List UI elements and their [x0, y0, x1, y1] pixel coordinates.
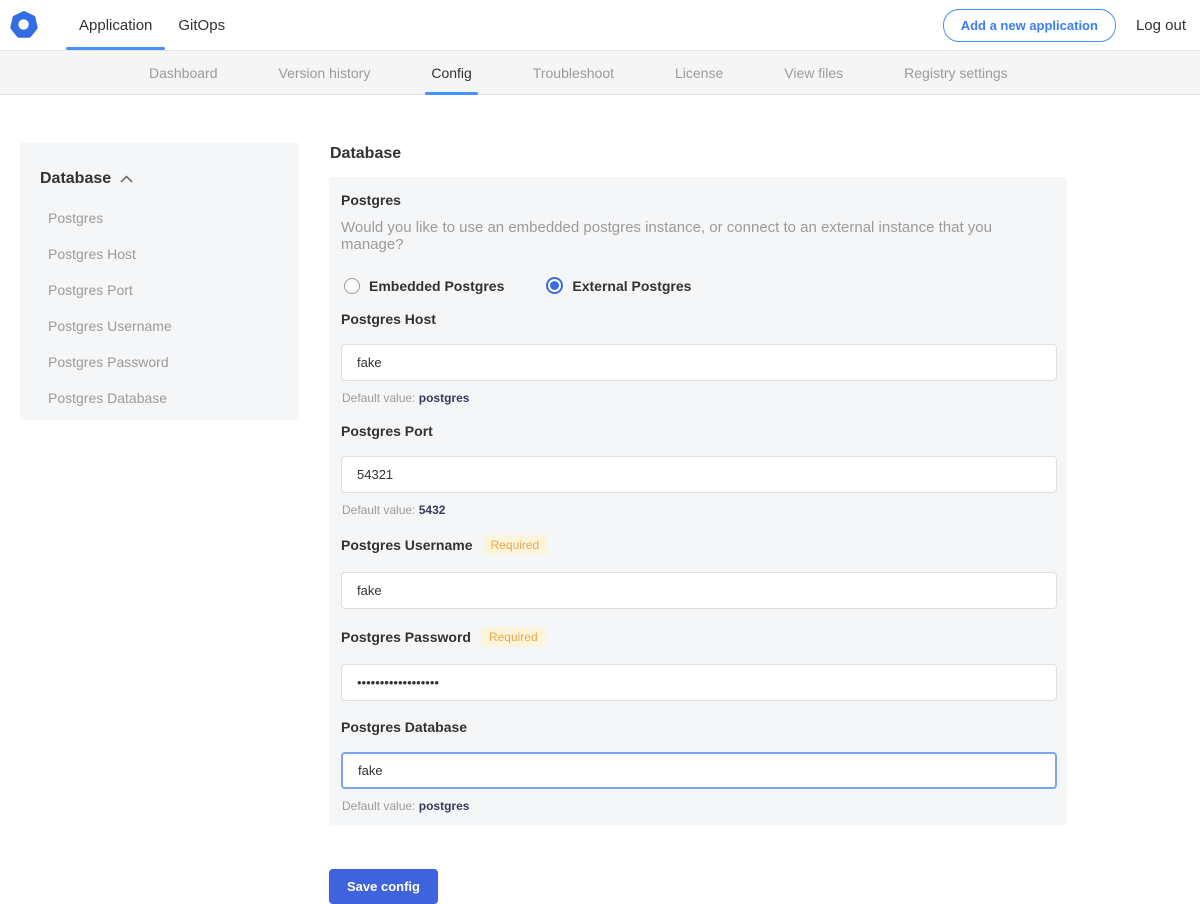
- sidebar-item-postgres-port[interactable]: Postgres Port: [40, 282, 279, 298]
- radio-selected-icon[interactable]: [546, 277, 563, 294]
- postgres-username-input[interactable]: [341, 572, 1057, 609]
- sidebar-item-list: Postgres Postgres Host Postgres Port Pos…: [40, 210, 279, 406]
- tab-license-label: License: [675, 65, 723, 81]
- field-postgres-database: Postgres Database Default value: postgre…: [341, 719, 1057, 813]
- sidebar-item-postgres-database[interactable]: Postgres Database: [40, 390, 279, 406]
- postgres-port-default-helper: Default value: 5432: [342, 503, 1057, 517]
- default-value-text: 5432: [419, 503, 446, 517]
- sidebar-item-postgres-host[interactable]: Postgres Host: [40, 246, 279, 262]
- sidebar-item-postgres-password[interactable]: Postgres Password: [40, 354, 279, 370]
- tab-view-files-label: View files: [784, 65, 843, 81]
- top-nav-tabs: Application GitOps: [66, 0, 238, 50]
- postgres-host-default-helper: Default value: postgres: [342, 391, 1057, 405]
- top-nav-right: Add a new application Log out: [943, 0, 1186, 50]
- sidebar-group-database-label: Database: [40, 170, 111, 188]
- radio-unselected-icon[interactable]: [344, 278, 360, 294]
- radio-external-postgres[interactable]: External Postgres: [546, 277, 691, 294]
- sidebar-item-postgres-username[interactable]: Postgres Username: [40, 318, 279, 334]
- required-badge: Required: [481, 627, 546, 647]
- add-new-application-button[interactable]: Add a new application: [943, 9, 1116, 42]
- heptagon-logo-icon: [10, 11, 38, 39]
- default-value-text: postgres: [419, 799, 470, 813]
- postgres-group-label: Postgres: [341, 192, 1057, 208]
- tab-license[interactable]: License: [669, 51, 729, 94]
- database-config-panel: Postgres Would you like to use an embedd…: [329, 177, 1067, 825]
- tab-application[interactable]: Application: [66, 0, 165, 50]
- default-value-prefix: Default value:: [342, 503, 415, 517]
- required-badge: Required: [483, 535, 548, 555]
- radio-embedded-postgres-label: Embedded Postgres: [369, 278, 504, 294]
- chevron-up-icon: [120, 175, 133, 183]
- app-logo-icon[interactable]: [10, 11, 38, 39]
- logout-link[interactable]: Log out: [1136, 17, 1186, 34]
- postgres-help-text: Would you like to use an embedded postgr…: [341, 219, 1057, 253]
- top-nav: Application GitOps Add a new application…: [0, 0, 1200, 50]
- field-postgres-host: Postgres Host Default value: postgres: [341, 311, 1057, 405]
- postgres-host-label: Postgres Host: [341, 311, 436, 327]
- field-postgres-port: Postgres Port Default value: 5432: [341, 423, 1057, 517]
- postgres-database-input[interactable]: [341, 752, 1057, 789]
- tab-gitops-label: GitOps: [178, 17, 225, 34]
- tab-dashboard-label: Dashboard: [149, 65, 218, 81]
- postgres-database-default-helper: Default value: postgres: [342, 799, 1057, 813]
- tab-troubleshoot-label: Troubleshoot: [533, 65, 614, 81]
- app-sub-nav: Dashboard Version history Config Trouble…: [0, 50, 1200, 95]
- postgres-port-label: Postgres Port: [341, 423, 433, 439]
- default-value-text: postgres: [419, 391, 470, 405]
- tab-gitops[interactable]: GitOps: [165, 0, 238, 50]
- config-page: Database Postgres Postgres Host Postgres…: [0, 142, 1200, 904]
- radio-external-postgres-label: External Postgres: [572, 278, 691, 294]
- config-item-postgres: Postgres Would you like to use an embedd…: [341, 192, 1057, 294]
- tab-registry-settings[interactable]: Registry settings: [898, 51, 1013, 94]
- config-sidebar: Database Postgres Postgres Host Postgres…: [20, 142, 299, 420]
- postgres-username-label: Postgres Username: [341, 537, 473, 553]
- tab-config[interactable]: Config: [425, 51, 477, 94]
- default-value-prefix: Default value:: [342, 799, 415, 813]
- config-main: Database Postgres Would you like to use …: [329, 142, 1067, 904]
- tab-version-history[interactable]: Version history: [273, 51, 377, 94]
- tab-application-label: Application: [79, 17, 152, 34]
- tab-registry-settings-label: Registry settings: [904, 65, 1007, 81]
- tab-config-label: Config: [431, 65, 471, 81]
- field-postgres-username: Postgres Username Required: [341, 535, 1057, 609]
- tab-troubleshoot[interactable]: Troubleshoot: [527, 51, 620, 94]
- section-title: Database: [330, 145, 1067, 163]
- tab-dashboard[interactable]: Dashboard: [143, 51, 224, 94]
- postgres-password-label: Postgres Password: [341, 629, 471, 645]
- postgres-password-input[interactable]: [341, 664, 1057, 701]
- postgres-radio-group: Embedded Postgres External Postgres: [344, 277, 1057, 294]
- save-config-button[interactable]: Save config: [329, 869, 438, 904]
- sidebar-group-database[interactable]: Database: [40, 170, 279, 188]
- tab-view-files[interactable]: View files: [778, 51, 849, 94]
- default-value-prefix: Default value:: [342, 391, 415, 405]
- radio-embedded-postgres[interactable]: Embedded Postgres: [344, 277, 504, 294]
- postgres-database-label: Postgres Database: [341, 719, 467, 735]
- postgres-port-input[interactable]: [341, 456, 1057, 493]
- sidebar-item-postgres[interactable]: Postgres: [40, 210, 279, 226]
- field-postgres-password: Postgres Password Required: [341, 627, 1057, 701]
- tab-version-history-label: Version history: [279, 65, 371, 81]
- postgres-host-input[interactable]: [341, 344, 1057, 381]
